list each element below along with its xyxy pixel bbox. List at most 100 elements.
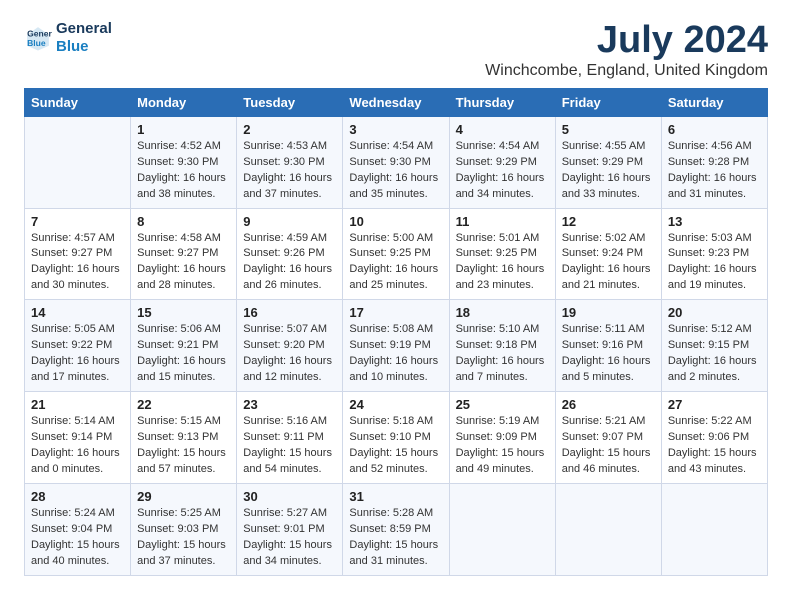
day-info: Sunrise: 4:57 AM Sunset: 9:27 PM Dayligh… (31, 231, 124, 295)
day-info: Sunrise: 5:03 AM Sunset: 9:23 PM Dayligh… (668, 231, 761, 295)
calendar-cell: 23 Sunrise: 5:16 AM Sunset: 9:11 PM Dayli… (237, 392, 343, 484)
day-info: Sunrise: 5:02 AM Sunset: 9:24 PM Dayligh… (562, 231, 655, 295)
svg-text:General: General (27, 28, 52, 38)
day-info: Sunrise: 5:18 AM Sunset: 9:10 PM Dayligh… (349, 414, 442, 478)
day-number: 27 (668, 397, 761, 412)
calendar-cell: 9 Sunrise: 4:59 AM Sunset: 9:26 PM Daylig… (237, 208, 343, 300)
day-number: 17 (349, 305, 442, 320)
calendar-cell: 8 Sunrise: 4:58 AM Sunset: 9:27 PM Daylig… (131, 208, 237, 300)
week-row-1: 1Sunrise: 4:52 AM Sunset: 9:30 PM Daylig… (25, 116, 768, 208)
col-header-friday: Friday (555, 88, 661, 116)
calendar-cell: 3Sunrise: 4:54 AM Sunset: 9:30 PM Daylig… (343, 116, 449, 208)
day-info: Sunrise: 5:06 AM Sunset: 9:21 PM Dayligh… (137, 322, 230, 386)
calendar-cell: 28Sunrise: 5:24 AM Sunset: 9:04 PM Dayli… (25, 483, 131, 575)
svg-text:Blue: Blue (27, 38, 46, 48)
week-row-3: 14 Sunrise: 5:05 AM Sunset: 9:22 PM Dayli… (25, 300, 768, 392)
day-number: 9 (243, 214, 336, 229)
day-number: 10 (349, 214, 442, 229)
day-info: Sunrise: 5:25 AM Sunset: 9:03 PM Dayligh… (137, 506, 230, 570)
calendar-cell: 11Sunrise: 5:01 AM Sunset: 9:25 PM Dayli… (449, 208, 555, 300)
day-number: 18 (456, 305, 549, 320)
calendar-cell: 1Sunrise: 4:52 AM Sunset: 9:30 PM Daylig… (131, 116, 237, 208)
calendar-cell (25, 116, 131, 208)
day-info: Sunrise: 4:58 AM Sunset: 9:27 PM Dayligh… (137, 231, 230, 295)
col-header-thursday: Thursday (449, 88, 555, 116)
calendar-cell: 7Sunrise: 4:57 AM Sunset: 9:27 PM Daylig… (25, 208, 131, 300)
col-header-monday: Monday (131, 88, 237, 116)
calendar-cell: 17 Sunrise: 5:08 AM Sunset: 9:19 PM Dayli… (343, 300, 449, 392)
calendar-cell: 26Sunrise: 5:21 AM Sunset: 9:07 PM Dayli… (555, 392, 661, 484)
calendar-cell: 24 Sunrise: 5:18 AM Sunset: 9:10 PM Dayli… (343, 392, 449, 484)
day-info: Sunrise: 5:27 AM Sunset: 9:01 PM Dayligh… (243, 506, 336, 570)
day-number: 26 (562, 397, 655, 412)
day-number: 2 (243, 122, 336, 137)
day-info: Sunrise: 4:55 AM Sunset: 9:29 PM Dayligh… (562, 139, 655, 203)
day-info: Sunrise: 5:07 AM Sunset: 9:20 PM Dayligh… (243, 322, 336, 386)
day-number: 16 (243, 305, 336, 320)
day-number: 15 (137, 305, 230, 320)
day-info: Sunrise: 5:10 AM Sunset: 9:18 PM Dayligh… (456, 322, 549, 386)
day-number: 4 (456, 122, 549, 137)
calendar-cell: 20Sunrise: 5:12 AM Sunset: 9:15 PM Dayli… (661, 300, 767, 392)
calendar-cell: 25Sunrise: 5:19 AM Sunset: 9:09 PM Dayli… (449, 392, 555, 484)
calendar-cell: 29 Sunrise: 5:25 AM Sunset: 9:03 PM Dayli… (131, 483, 237, 575)
day-number: 24 (349, 397, 442, 412)
day-info: Sunrise: 5:15 AM Sunset: 9:13 PM Dayligh… (137, 414, 230, 478)
calendar-cell (555, 483, 661, 575)
col-header-saturday: Saturday (661, 88, 767, 116)
calendar-cell: 22Sunrise: 5:15 AM Sunset: 9:13 PM Dayli… (131, 392, 237, 484)
calendar-table: SundayMondayTuesdayWednesdayThursdayFrid… (24, 88, 768, 576)
day-info: Sunrise: 5:22 AM Sunset: 9:06 PM Dayligh… (668, 414, 761, 478)
col-header-sunday: Sunday (25, 88, 131, 116)
day-number: 29 (137, 489, 230, 504)
calendar-cell: 27 Sunrise: 5:22 AM Sunset: 9:06 PM Dayli… (661, 392, 767, 484)
day-number: 12 (562, 214, 655, 229)
col-header-tuesday: Tuesday (237, 88, 343, 116)
day-number: 6 (668, 122, 761, 137)
day-info: Sunrise: 5:11 AM Sunset: 9:16 PM Dayligh… (562, 322, 655, 386)
week-row-4: 21 Sunrise: 5:14 AM Sunset: 9:14 PM Dayli… (25, 392, 768, 484)
day-number: 23 (243, 397, 336, 412)
day-info: Sunrise: 5:00 AM Sunset: 9:25 PM Dayligh… (349, 231, 442, 295)
day-info: Sunrise: 4:52 AM Sunset: 9:30 PM Dayligh… (137, 139, 230, 203)
day-info: Sunrise: 5:08 AM Sunset: 9:19 PM Dayligh… (349, 322, 442, 386)
day-info: Sunrise: 4:59 AM Sunset: 9:26 PM Dayligh… (243, 231, 336, 295)
day-info: Sunrise: 4:54 AM Sunset: 9:30 PM Dayligh… (349, 139, 442, 203)
col-header-wednesday: Wednesday (343, 88, 449, 116)
calendar-cell: 18 Sunrise: 5:10 AM Sunset: 9:18 PM Dayli… (449, 300, 555, 392)
calendar-cell: 19 Sunrise: 5:11 AM Sunset: 9:16 PM Dayli… (555, 300, 661, 392)
logo-line1: General (56, 20, 112, 38)
calendar-cell: 14 Sunrise: 5:05 AM Sunset: 9:22 PM Dayli… (25, 300, 131, 392)
day-number: 21 (31, 397, 124, 412)
day-number: 25 (456, 397, 549, 412)
title-block: July 2024 Winchcombe, England, United Ki… (485, 20, 768, 80)
calendar-cell: 12 Sunrise: 5:02 AM Sunset: 9:24 PM Dayli… (555, 208, 661, 300)
logo-icon: General Blue (24, 24, 52, 52)
calendar-cell: 21 Sunrise: 5:14 AM Sunset: 9:14 PM Dayli… (25, 392, 131, 484)
day-number: 5 (562, 122, 655, 137)
day-info: Sunrise: 5:12 AM Sunset: 9:15 PM Dayligh… (668, 322, 761, 386)
calendar-cell: 30 Sunrise: 5:27 AM Sunset: 9:01 PM Dayli… (237, 483, 343, 575)
calendar-cell: 31Sunrise: 5:28 AM Sunset: 8:59 PM Dayli… (343, 483, 449, 575)
day-number: 31 (349, 489, 442, 504)
day-info: Sunrise: 5:16 AM Sunset: 9:11 PM Dayligh… (243, 414, 336, 478)
calendar-cell: 13Sunrise: 5:03 AM Sunset: 9:23 PM Dayli… (661, 208, 767, 300)
calendar-cell: 6Sunrise: 4:56 AM Sunset: 9:28 PM Daylig… (661, 116, 767, 208)
calendar-cell: 16 Sunrise: 5:07 AM Sunset: 9:20 PM Dayli… (237, 300, 343, 392)
day-info: Sunrise: 5:24 AM Sunset: 9:04 PM Dayligh… (31, 506, 124, 570)
calendar-cell: 5 Sunrise: 4:55 AM Sunset: 9:29 PM Daylig… (555, 116, 661, 208)
logo-line2: Blue (56, 38, 112, 56)
day-number: 30 (243, 489, 336, 504)
logo: General Blue General Blue (24, 20, 112, 56)
day-number: 14 (31, 305, 124, 320)
main-title: July 2024 (485, 20, 768, 62)
day-number: 8 (137, 214, 230, 229)
day-info: Sunrise: 5:05 AM Sunset: 9:22 PM Dayligh… (31, 322, 124, 386)
calendar-header-row: SundayMondayTuesdayWednesdayThursdayFrid… (25, 88, 768, 116)
day-info: Sunrise: 5:14 AM Sunset: 9:14 PM Dayligh… (31, 414, 124, 478)
day-info: Sunrise: 4:53 AM Sunset: 9:30 PM Dayligh… (243, 139, 336, 203)
calendar-cell: 10 Sunrise: 5:00 AM Sunset: 9:25 PM Dayli… (343, 208, 449, 300)
day-number: 19 (562, 305, 655, 320)
calendar-cell (449, 483, 555, 575)
calendar-cell: 2 Sunrise: 4:53 AM Sunset: 9:30 PM Daylig… (237, 116, 343, 208)
